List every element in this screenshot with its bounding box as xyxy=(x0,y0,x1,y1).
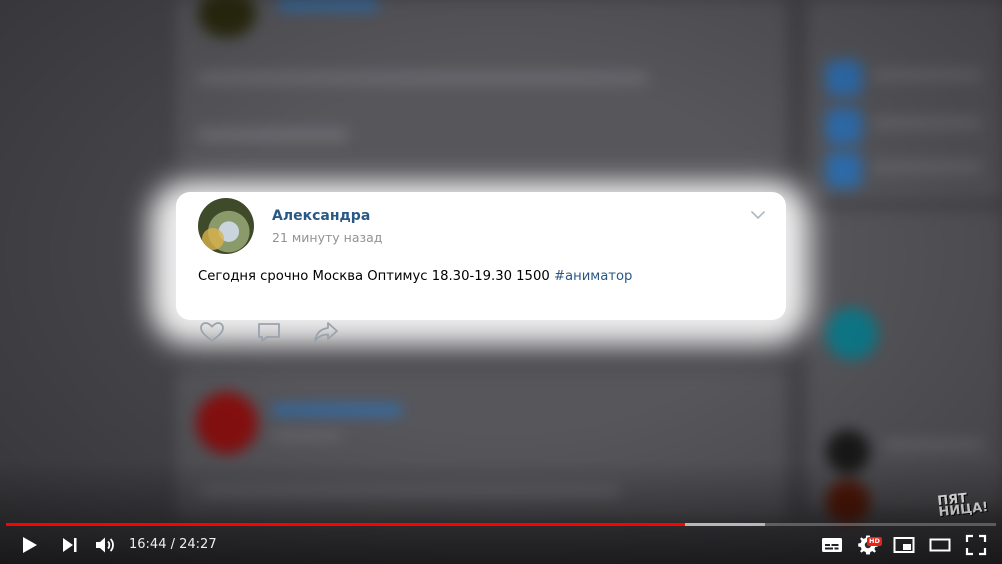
post-text-body: Сегодня срочно Москва Оптимус 18.30-19.3… xyxy=(198,269,550,284)
chevron-down-icon[interactable] xyxy=(750,210,766,220)
hashtag-link[interactable]: #аниматор xyxy=(554,269,632,284)
progress-played xyxy=(6,523,686,526)
subtitles-icon[interactable] xyxy=(820,533,844,557)
volume-icon[interactable] xyxy=(93,533,117,557)
time-display: 16:44 / 24:27 xyxy=(129,537,217,552)
feed-post: Александра 21 минуту назад Сегодня срочн… xyxy=(176,192,786,320)
next-icon[interactable] xyxy=(58,533,82,557)
hd-badge: HD xyxy=(867,537,882,546)
share-icon[interactable] xyxy=(312,318,340,346)
heart-icon[interactable] xyxy=(198,318,226,346)
play-icon[interactable] xyxy=(17,533,41,557)
post-author[interactable]: Александра xyxy=(272,208,370,224)
time-separator: / xyxy=(166,537,180,552)
duration: 24:27 xyxy=(179,537,217,552)
theater-mode-icon[interactable] xyxy=(928,533,952,557)
post-text: Сегодня срочно Москва Оптимус 18.30-19.3… xyxy=(198,269,632,284)
comment-icon[interactable] xyxy=(255,318,283,346)
current-time: 16:44 xyxy=(129,537,167,552)
post-time[interactable]: 21 минуту назад xyxy=(272,230,382,245)
avatar[interactable] xyxy=(198,198,254,254)
progress-bar[interactable] xyxy=(6,523,996,526)
miniplayer-icon[interactable] xyxy=(892,533,916,557)
fullscreen-icon[interactable] xyxy=(964,533,988,557)
